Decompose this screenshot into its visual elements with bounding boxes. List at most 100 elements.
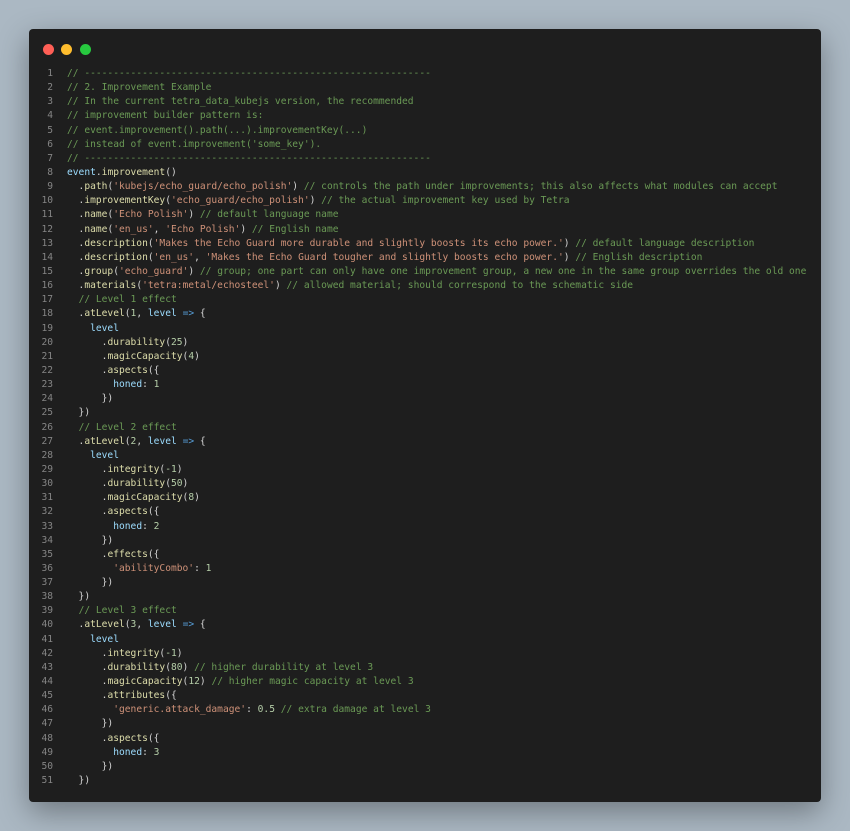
line-content: .magicCapacity(8) xyxy=(53,491,200,505)
code-line: 8 event.improvement() xyxy=(29,166,821,180)
line-number: 24 xyxy=(41,393,53,405)
token-identifier: honed xyxy=(113,520,143,532)
token-comment: // 2. Improvement Example xyxy=(67,82,212,94)
line-number: 7 xyxy=(47,152,53,164)
token-identifier: level xyxy=(90,322,119,334)
token-punctuation: , xyxy=(136,308,148,320)
token-number: 2 xyxy=(153,520,160,532)
code-line: 36 'abilityCombo': 1 xyxy=(29,562,821,576)
code-line: 2 // 2. Improvement Example xyxy=(29,81,821,95)
line-number: 8 xyxy=(47,166,53,178)
line-content: honed: 2 xyxy=(53,520,159,534)
token-comment: // group; one part can only have one imp… xyxy=(199,265,807,277)
token-punctuation: , xyxy=(136,435,148,447)
line-number: 34 xyxy=(41,534,53,546)
minimize-button[interactable] xyxy=(61,44,72,55)
token-keyword: => xyxy=(182,435,195,447)
code-line: 24 }) xyxy=(29,392,821,406)
token-identifier: level xyxy=(90,449,119,461)
code-line: 20 .durability(25) xyxy=(29,336,821,350)
token-method: description xyxy=(84,251,148,263)
token-punctuation: . xyxy=(67,195,85,207)
code-line: 12 .name('en_us', 'Echo Polish') // Engl… xyxy=(29,223,821,237)
token-punctuation: . xyxy=(67,280,85,292)
code-line: 6 // instead of event.improvement('some_k… xyxy=(29,138,821,152)
token-punctuation: . xyxy=(67,647,108,659)
close-button[interactable] xyxy=(43,44,54,55)
line-content: .durability(80) // higher durability at … xyxy=(53,661,374,675)
code-line: 33 honed: 2 xyxy=(29,520,821,534)
line-number: 44 xyxy=(41,676,53,688)
token-keyword: => xyxy=(182,619,195,631)
line-number: 27 xyxy=(41,435,53,447)
token-string: 'abilityCombo' xyxy=(113,562,195,574)
code-line: 10 .improvementKey('echo_guard/echo_poli… xyxy=(29,194,821,208)
token-keyword: => xyxy=(182,308,195,320)
code-line: 21 .magicCapacity(4) xyxy=(29,350,821,364)
token-punctuation: }) xyxy=(67,407,91,419)
line-content: .path('kubejs/echo_guard/echo_polish') /… xyxy=(53,180,778,194)
token-punctuation: }) xyxy=(67,577,114,589)
token-string: 'tetra:metal/echosteel' xyxy=(142,280,275,292)
code-line: 26 // Level 2 effect xyxy=(29,421,821,435)
maximize-button[interactable] xyxy=(80,44,91,55)
token-identifier: honed xyxy=(113,379,143,391)
line-content: // event.improvement().path(...).improve… xyxy=(53,124,367,138)
token-punctuation: }) xyxy=(67,760,114,772)
code-line: 5 // event.improvement().path(...).improv… xyxy=(29,124,821,138)
line-number: 45 xyxy=(41,690,53,702)
token-punctuation: . xyxy=(67,463,108,475)
token-punctuation xyxy=(67,379,113,390)
token-method: improvementKey xyxy=(84,195,166,207)
line-number: 21 xyxy=(41,350,53,362)
token-punctuation: ({ xyxy=(147,732,160,744)
token-punctuation: . xyxy=(67,336,108,348)
token-punctuation: . xyxy=(67,435,85,447)
token-punctuation: ) xyxy=(563,237,576,249)
line-content: .aspects({ xyxy=(53,732,160,746)
code-line: 31 .magicCapacity(8) xyxy=(29,491,821,505)
token-number: -1 xyxy=(165,463,177,475)
token-punctuation: ) xyxy=(292,181,304,193)
token-number: 1 xyxy=(205,562,212,574)
line-content: level xyxy=(53,322,119,336)
line-number: 37 xyxy=(41,577,53,589)
line-number: 11 xyxy=(41,209,53,221)
token-punctuation xyxy=(67,747,113,758)
line-content: 'abilityCombo': 1 xyxy=(53,562,211,576)
token-method: magicCapacity xyxy=(107,350,183,362)
token-method: description xyxy=(84,237,148,249)
line-number: 26 xyxy=(41,421,53,433)
token-method: aspects xyxy=(107,506,148,518)
code-line: 41 level xyxy=(29,633,821,647)
code-line: 9 .path('kubejs/echo_guard/echo_polish')… xyxy=(29,180,821,194)
line-content: honed: 1 xyxy=(53,378,159,392)
token-method: aspects xyxy=(107,732,148,744)
window-titlebar xyxy=(29,29,821,69)
line-number: 14 xyxy=(41,251,53,263)
line-content: .description('en_us', 'Makes the Echo Gu… xyxy=(53,251,703,265)
token-punctuation xyxy=(67,422,79,433)
token-punctuation: . xyxy=(67,619,85,631)
code-line: 4 // improvement builder pattern is: xyxy=(29,109,821,123)
line-content: }) xyxy=(53,534,114,548)
code-editor[interactable]: 1 // ------------------------------------… xyxy=(29,67,821,788)
line-content: .materials('tetra:metal/echosteel') // a… xyxy=(53,279,634,293)
line-number: 38 xyxy=(41,591,53,603)
token-string: 'en_us' xyxy=(153,251,195,263)
token-string: 'kubejs/echo_guard/echo_polish' xyxy=(113,181,293,193)
line-number: 17 xyxy=(41,294,53,306)
token-method: integrity xyxy=(107,647,160,659)
line-number: 31 xyxy=(41,492,53,504)
code-line: 29 .integrity(-1) xyxy=(29,463,821,477)
line-number: 3 xyxy=(47,96,53,108)
code-line: 40 .atLevel(3, level => { xyxy=(29,618,821,632)
line-number: 50 xyxy=(41,760,53,772)
code-line: 48 .aspects({ xyxy=(29,732,821,746)
token-punctuation: . xyxy=(67,308,85,320)
token-punctuation: ({ xyxy=(165,690,177,702)
line-number: 28 xyxy=(41,449,53,461)
token-punctuation: : xyxy=(246,704,258,716)
token-comment: // higher durability at level 3 xyxy=(194,661,374,673)
token-comment: // allowed material; should correspond t… xyxy=(286,280,634,292)
